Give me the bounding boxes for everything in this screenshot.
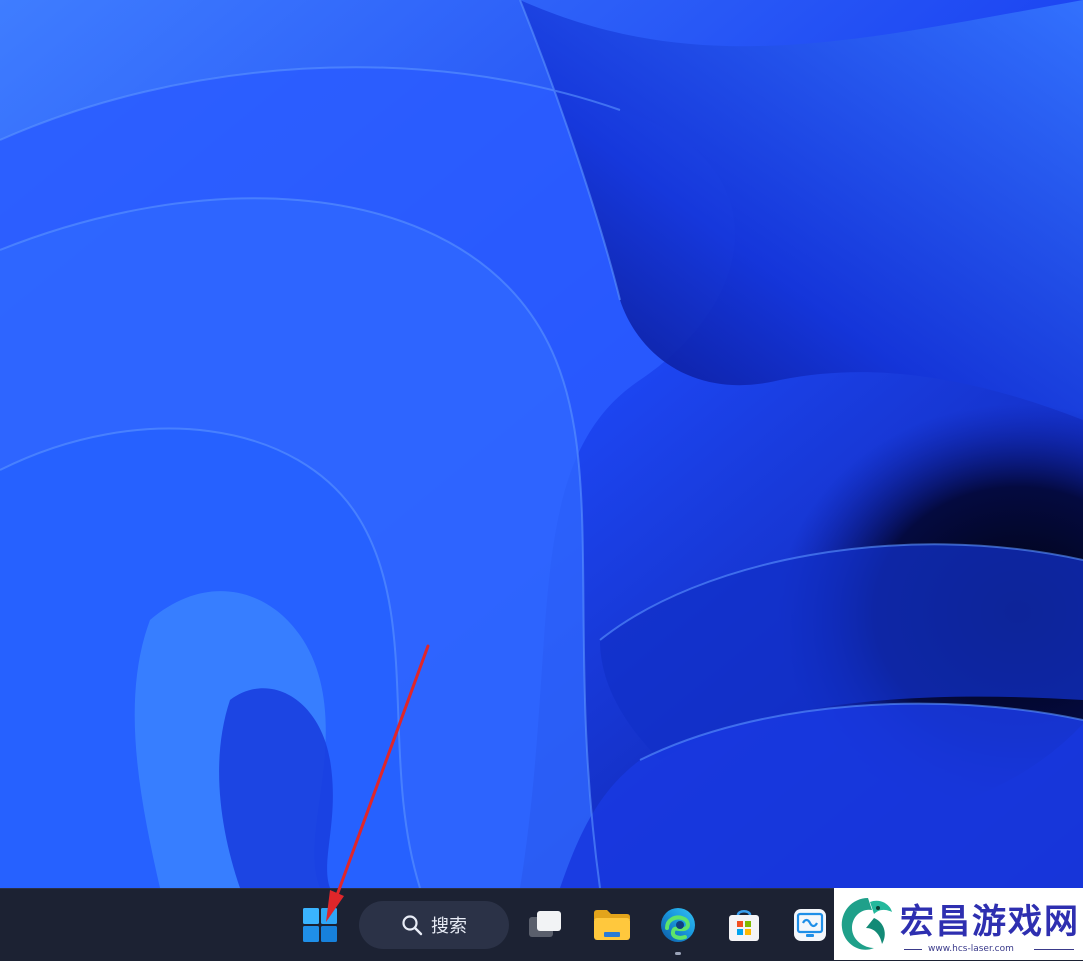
- watermark-rule-left: [904, 949, 922, 950]
- file-explorer-button[interactable]: [588, 901, 636, 949]
- folder-icon: [594, 910, 630, 940]
- dragon-logo-icon: [841, 898, 892, 950]
- edge-button[interactable]: [654, 901, 702, 955]
- task-view-icon: [529, 911, 561, 937]
- search-icon: [402, 915, 423, 936]
- running-indicator: [675, 952, 681, 955]
- watermark-url: www.hcs-laser.com: [928, 944, 1014, 954]
- windows-logo-icon: [303, 908, 337, 942]
- desktop-wallpaper: [0, 0, 1083, 888]
- remote-app-icon: [794, 909, 826, 941]
- watermark-title: 宏昌游戏网: [900, 902, 1080, 942]
- start-button[interactable]: [296, 901, 344, 949]
- watermark-rule-right: [1034, 949, 1074, 950]
- task-view-button[interactable]: [521, 901, 569, 949]
- search-label: 搜索: [431, 916, 467, 937]
- search-box[interactable]: 搜索: [359, 901, 509, 949]
- remote-app-button[interactable]: [786, 901, 834, 949]
- microsoft-store-button[interactable]: [720, 901, 768, 949]
- edge-icon: [661, 908, 695, 942]
- store-icon: [729, 910, 759, 941]
- site-watermark: 宏昌游戏网 www.hcs-laser.com: [834, 888, 1083, 960]
- bloom-wallpaper-art: [0, 0, 1083, 888]
